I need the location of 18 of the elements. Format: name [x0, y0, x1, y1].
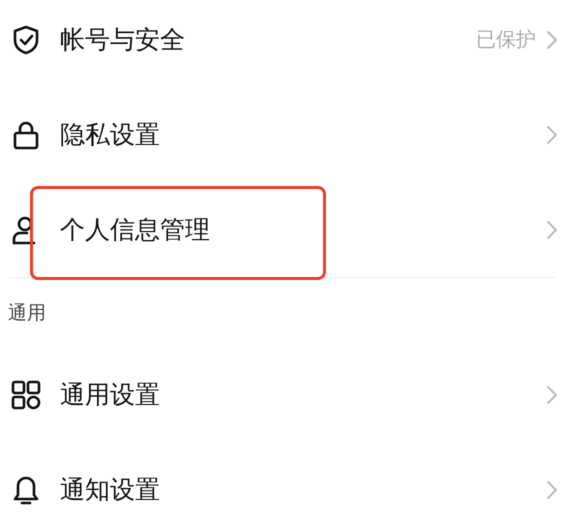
item-label: 个人信息管理: [60, 214, 211, 246]
chevron-right-icon: [546, 124, 558, 144]
item-label: 通用设置: [60, 379, 161, 411]
status-text: 已保护: [476, 26, 536, 53]
chevron-right-icon: [546, 384, 558, 404]
settings-item[interactable]: 隐私设置: [0, 87, 576, 182]
item-label: 通知设置: [60, 474, 161, 506]
grid-icon: [10, 378, 42, 410]
item-label: 隐私设置: [60, 119, 161, 151]
chevron-right-icon: [546, 220, 558, 240]
settings-item[interactable]: 通用设置: [0, 347, 576, 442]
chevron-right-icon: [546, 30, 558, 50]
settings-item[interactable]: 帐号与安全 已保护: [0, 0, 576, 87]
section-header: 通用: [8, 300, 46, 326]
chevron-right-icon: [546, 480, 558, 500]
settings-item[interactable]: 通知设置: [0, 442, 576, 524]
settings-item[interactable]: 个人信息管理: [0, 182, 576, 277]
item-label: 帐号与安全: [60, 24, 186, 56]
